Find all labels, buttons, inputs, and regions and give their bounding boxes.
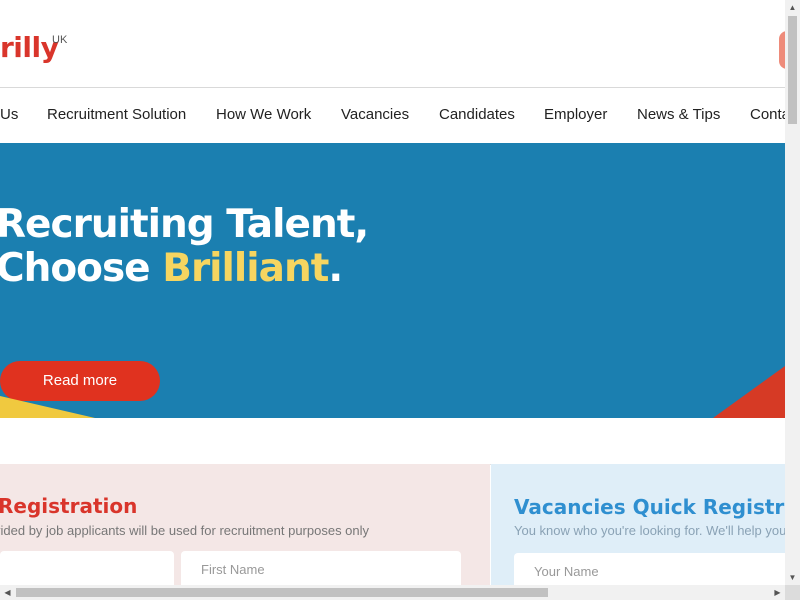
hero-title-prefix: Choose <box>0 246 163 291</box>
vacancies-registration-subtitle: You know who you're looking for. We'll h… <box>514 523 785 538</box>
nav-item-news-tips[interactable]: News & Tips <box>637 88 720 142</box>
vertical-scrollbar[interactable]: ▲ ▼ <box>785 0 800 585</box>
horizontal-scrollbar[interactable]: ◀ ▶ <box>0 585 785 600</box>
hero-banner: Recruiting Talent, Choose Brilliant. Rea… <box>0 143 785 418</box>
triangle-left-icon[interactable]: ◀ <box>0 585 15 600</box>
hero-title: Recruiting Talent, Choose Brilliant. <box>0 202 369 291</box>
nav-item-how-we-work[interactable]: How We Work <box>216 88 311 142</box>
triangle-down-icon[interactable]: ▼ <box>785 570 800 585</box>
first-name-field[interactable]: First Name <box>181 551 461 585</box>
hero-decor-yellow <box>0 396 95 418</box>
site-header: rilly UK <box>0 0 785 88</box>
nav-item-contact[interactable]: Conta <box>750 88 785 142</box>
your-name-field[interactable]: Your Name <box>514 553 785 585</box>
read-more-button[interactable]: Read more <box>0 361 160 401</box>
triangle-right-icon[interactable]: ▶ <box>770 585 785 600</box>
brand-logo[interactable]: rilly <box>0 30 59 66</box>
hero-title-suffix: . <box>328 246 343 291</box>
hero-title-line2: Choose Brilliant. <box>0 247 368 291</box>
nav-item-recruitment-solution[interactable]: Recruitment Solution <box>47 88 186 142</box>
nav-item-employer[interactable]: Employer <box>544 88 607 142</box>
vacancies-registration-panel: Vacancies Quick Registra You know who yo… <box>491 464 785 585</box>
hero-title-line1: Recruiting Talent, <box>0 202 369 247</box>
nav-item-about-us[interactable]: Us <box>0 88 18 142</box>
horizontal-scroll-thumb[interactable] <box>16 588 548 597</box>
hero-decor-red <box>713 366 785 418</box>
vertical-scroll-thumb[interactable] <box>788 16 797 124</box>
hero-title-accent: Brilliant <box>162 246 329 291</box>
scrollbar-corner <box>785 585 800 600</box>
candidate-field-previous[interactable] <box>0 551 174 585</box>
vacancies-registration-title: Vacancies Quick Registra <box>514 495 785 519</box>
candidate-registration-title: Registration <box>0 494 138 518</box>
triangle-up-icon[interactable]: ▲ <box>785 0 800 15</box>
page-viewport: rilly UK Us Recruitment Solution How We … <box>0 0 785 585</box>
candidate-registration-subtitle: vided by job applicants will be used for… <box>0 523 370 538</box>
nav-item-vacancies[interactable]: Vacancies <box>341 88 409 142</box>
main-nav: Us Recruitment Solution How We Work Vaca… <box>0 88 785 142</box>
nav-item-candidates[interactable]: Candidates <box>439 88 515 142</box>
candidate-registration-panel: Registration vided by job applicants wil… <box>0 464 490 585</box>
logo-region-label: UK <box>52 34 68 46</box>
